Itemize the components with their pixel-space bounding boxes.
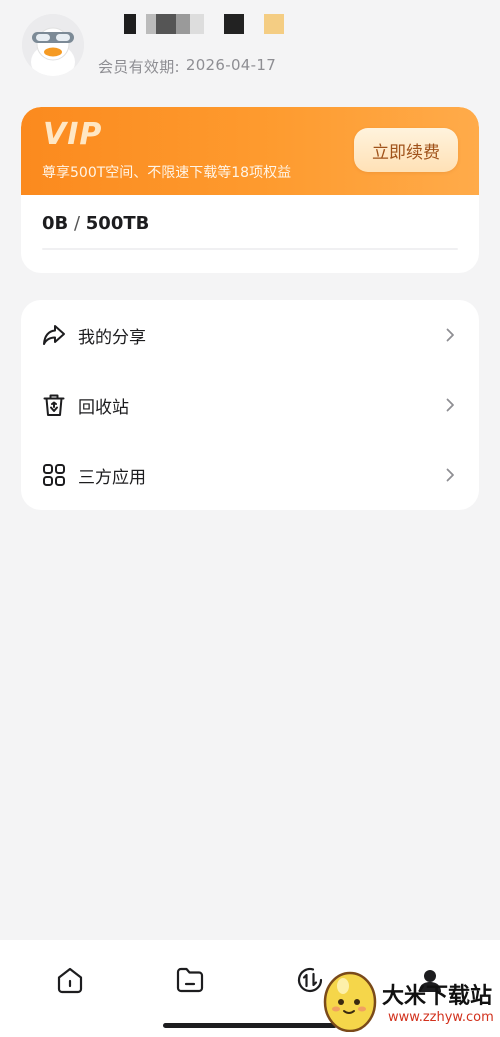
menu-item-label: 三方应用 xyxy=(78,467,146,488)
menu-item-my-shares[interactable]: 我的分享 xyxy=(21,300,479,370)
folder-icon xyxy=(176,967,204,993)
share-icon xyxy=(41,322,67,348)
trash-icon xyxy=(41,392,67,418)
home-icon xyxy=(57,967,83,994)
storage-separator: / xyxy=(68,213,86,234)
membership-label: 会员有效期: xyxy=(98,58,180,76)
watermark-site-name: 大米下载站 xyxy=(382,984,493,1009)
tab-files[interactable] xyxy=(170,960,210,1000)
tab-home[interactable] xyxy=(50,960,90,1000)
home-indicator xyxy=(163,1023,337,1028)
membership-expiry: 会员有效期: 2026-04-17 xyxy=(98,56,276,77)
duck-avatar-icon[interactable] xyxy=(22,14,84,76)
storage-used: 0B xyxy=(42,213,69,234)
profile-page: 会员有效期: 2026-04-17 VIP 尊享500T空间、不限速下载等18项… xyxy=(0,0,500,1037)
renew-button[interactable]: 立即续费 xyxy=(354,128,458,172)
menu-item-recycle-bin[interactable]: 回收站 xyxy=(21,370,479,440)
vip-banner[interactable]: VIP 尊享500T空间、不限速下载等18项权益 立即续费 xyxy=(21,107,479,195)
menu-card: 我的分享 回收站 三方应用 xyxy=(21,300,479,510)
menu-item-label: 我的分享 xyxy=(78,327,146,348)
vip-card: VIP 尊享500T空间、不限速下载等18项权益 立即续费 0B / 500TB xyxy=(21,107,479,273)
storage-usage: 0B / 500TB xyxy=(42,213,149,234)
egg-mascot-logo-icon xyxy=(323,971,377,1032)
storage-total: 500TB xyxy=(85,213,150,234)
membership-date: 2026-04-17 xyxy=(185,56,277,74)
chevron-right-icon xyxy=(446,328,454,342)
vip-subtitle: 尊享500T空间、不限速下载等18项权益 xyxy=(42,165,292,181)
menu-item-third-party-apps[interactable]: 三方应用 xyxy=(21,440,479,510)
storage-progress-bar xyxy=(42,248,458,250)
menu-item-label: 回收站 xyxy=(78,397,129,418)
vip-title: VIP xyxy=(43,117,103,152)
username-redacted xyxy=(118,14,284,36)
watermark: 大米下载站 www.zzhyw.com xyxy=(322,960,500,1037)
chevron-right-icon xyxy=(446,468,454,482)
chevron-right-icon xyxy=(446,398,454,412)
watermark-site-url: www.zzhyw.com xyxy=(388,1010,494,1025)
apps-grid-icon xyxy=(41,462,67,488)
